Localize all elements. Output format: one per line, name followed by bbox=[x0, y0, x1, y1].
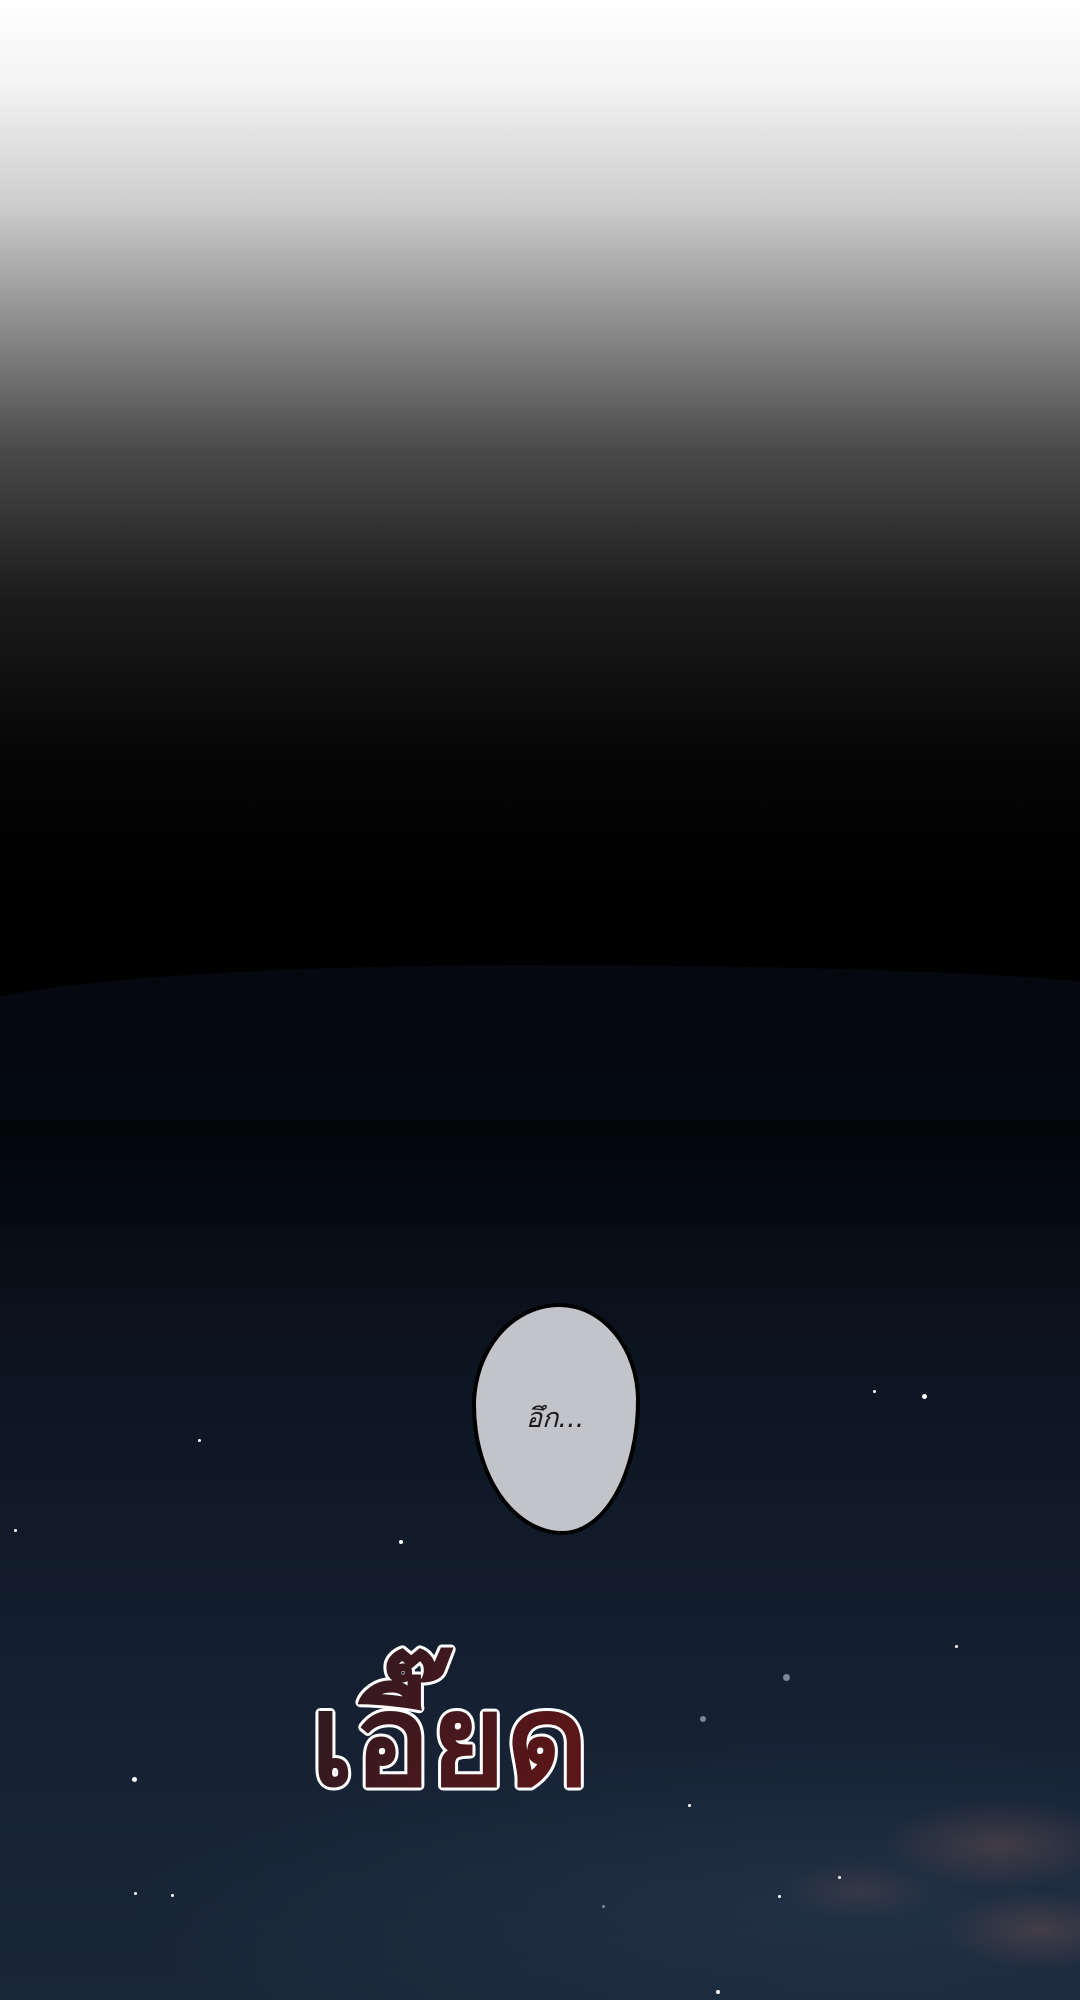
star bbox=[14, 1529, 17, 1532]
star bbox=[922, 1394, 927, 1399]
hill-shadow-band bbox=[0, 1120, 1080, 1190]
sound-effect: เอี๊ยด bbox=[300, 1555, 600, 1885]
star bbox=[955, 1645, 958, 1648]
sound-effect-graphic: เอี๊ยด bbox=[307, 1644, 592, 1819]
star bbox=[838, 1876, 841, 1879]
star bbox=[171, 1894, 174, 1897]
red-cloud bbox=[780, 1860, 940, 1920]
star bbox=[399, 1540, 403, 1544]
star bbox=[700, 1716, 706, 1722]
star bbox=[688, 1804, 691, 1807]
speech-bubble: อึก... bbox=[472, 1303, 640, 1535]
speech-bubble-text: อึก... bbox=[525, 1402, 585, 1434]
star bbox=[134, 1892, 137, 1895]
comic-panel: อึก... เอี๊ยด bbox=[0, 0, 1080, 2000]
star bbox=[198, 1439, 201, 1442]
star bbox=[873, 1390, 876, 1393]
star bbox=[602, 1905, 605, 1908]
star bbox=[716, 1990, 720, 1994]
sound-effect-text: เอี๊ยด bbox=[310, 1647, 589, 1816]
star bbox=[783, 1674, 790, 1681]
star bbox=[778, 1895, 781, 1898]
star bbox=[132, 1777, 137, 1782]
